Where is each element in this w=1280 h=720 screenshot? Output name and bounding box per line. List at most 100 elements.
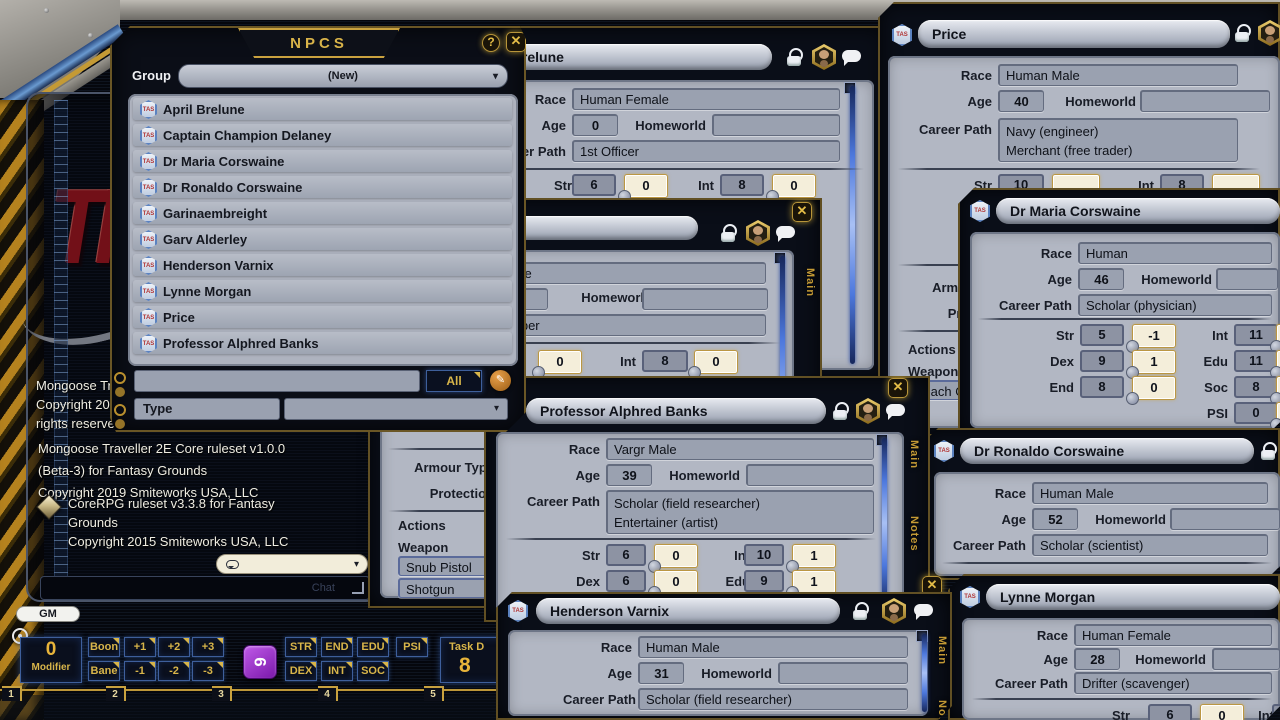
close-icon[interactable]: ✕ (506, 32, 526, 52)
race-field[interactable]: Human (1078, 242, 1272, 264)
search-input[interactable] (134, 370, 420, 392)
chat-share-icon[interactable] (886, 404, 905, 416)
homeworld-field[interactable] (1216, 268, 1278, 290)
portrait-icon[interactable] (856, 398, 880, 424)
minus3-button[interactable]: -3 (192, 661, 224, 681)
age-field[interactable]: 52 (1032, 508, 1078, 530)
lock-icon[interactable] (786, 48, 802, 66)
race-field[interactable]: Human Female (1074, 624, 1272, 646)
hotbar-slot-5[interactable]: 5 (424, 686, 444, 701)
career-path-field[interactable]: Scholar (physician) (1078, 294, 1272, 316)
plus3-button[interactable]: +3 (192, 637, 224, 657)
end-roll-button[interactable]: END (321, 637, 353, 657)
int-roll-button[interactable]: INT (321, 661, 353, 681)
str-value[interactable]: 5 (1080, 324, 1124, 346)
career-path-field[interactable]: 1st Officer (572, 140, 840, 162)
plus1-button[interactable]: +1 (124, 637, 156, 657)
str-value[interactable]: 6 (606, 544, 646, 566)
homeworld-field[interactable] (712, 114, 840, 136)
edit-pencil-icon[interactable]: ✎ (490, 370, 511, 391)
minus1-button[interactable]: -1 (124, 661, 156, 681)
portrait-icon[interactable] (812, 44, 836, 70)
age-field[interactable]: 39 (606, 464, 652, 486)
homeworld-field[interactable] (1212, 648, 1280, 670)
career-path-field[interactable]: Scholar (field researcher) Entertainer (… (606, 490, 874, 534)
type-filter-dropdown[interactable]: ▾ (284, 398, 508, 420)
edu-modifier[interactable]: 1 (792, 570, 836, 594)
chat-input[interactable]: Chat (40, 576, 370, 600)
race-field[interactable]: Human Female (572, 88, 840, 110)
tab-main[interactable]: Main (908, 440, 920, 469)
hotbar-slot-1[interactable]: 1 (2, 686, 22, 701)
career-path-field[interactable]: Drifter (scavenger) (1074, 672, 1272, 694)
int-value[interactable]: 10 (744, 544, 784, 566)
boon-button[interactable]: Boon (88, 637, 120, 657)
race-field[interactable]: Human Male (1032, 482, 1268, 504)
edu-modifier[interactable] (1276, 350, 1280, 374)
list-item[interactable]: TASPrice (133, 306, 512, 328)
weapon-entry[interactable]: Shotgun (398, 578, 492, 598)
age-field[interactable]: 31 (638, 662, 684, 684)
age-field[interactable]: 40 (998, 90, 1044, 112)
int-modifier[interactable]: 1 (792, 544, 836, 568)
homeworld-field[interactable] (778, 662, 908, 684)
career-path-field[interactable]: Scholar (field researcher) (638, 688, 908, 710)
help-icon[interactable]: ? (482, 34, 500, 52)
tab-notes[interactable]: Notes (908, 516, 920, 552)
homeworld-field[interactable] (1140, 90, 1270, 112)
group-dropdown[interactable]: (New) ▾ (178, 64, 508, 88)
edu-value[interactable]: 9 (744, 570, 784, 592)
minus2-button[interactable]: -2 (158, 661, 190, 681)
str-value[interactable]: 6 (1148, 704, 1192, 720)
chat-share-icon[interactable] (776, 226, 795, 238)
soc-roll-button[interactable]: SOC (357, 661, 389, 681)
plus2-button[interactable]: +2 (158, 637, 190, 657)
scrollbar[interactable] (882, 438, 887, 608)
filter-all-button[interactable]: All (426, 370, 482, 392)
chat-mode-selector[interactable]: ▾ (216, 554, 368, 574)
list-item[interactable]: TASDr Ronaldo Corswaine (133, 176, 512, 198)
list-item[interactable]: TASLynne Morgan (133, 280, 512, 302)
hotbar-slot-4[interactable]: 4 (318, 686, 338, 701)
tab-main[interactable]: Main (804, 268, 816, 297)
list-item[interactable]: TASCaptain Champion Delaney (133, 124, 512, 146)
close-icon[interactable]: ✕ (792, 202, 812, 222)
lock-icon[interactable] (720, 224, 736, 242)
str-value[interactable]: 6 (572, 174, 616, 196)
close-icon[interactable]: ✕ (888, 378, 908, 398)
int-value[interactable]: 8 (642, 350, 688, 372)
homeworld-field[interactable] (642, 288, 768, 310)
str-modifier[interactable]: 0 (624, 174, 668, 198)
race-field[interactable]: Human Male (638, 636, 908, 658)
lock-icon[interactable] (852, 602, 868, 620)
dex-value[interactable]: 9 (1080, 350, 1124, 372)
resize-grip-icon[interactable] (352, 582, 364, 594)
scrollbar[interactable] (922, 634, 927, 712)
age-field[interactable]: 0 (572, 114, 618, 136)
lock-icon[interactable] (832, 402, 848, 420)
career-path-field[interactable]: Scholar (scientist) (1032, 534, 1268, 556)
homeworld-field[interactable] (1170, 508, 1280, 530)
list-item[interactable]: TASDr Maria Corswaine (133, 150, 512, 172)
lock-icon[interactable] (1260, 442, 1276, 460)
portrait-icon[interactable] (882, 598, 906, 624)
int-value[interactable]: 8 (720, 174, 764, 196)
list-item[interactable]: TASProfessor Alphred Banks (133, 332, 512, 354)
weapon-entry[interactable]: Snub Pistol (398, 556, 492, 576)
race-field[interactable]: Vargr Male (606, 438, 874, 460)
gm-identity-label[interactable]: GM (16, 606, 80, 622)
dex-modifier[interactable]: 0 (654, 570, 698, 594)
scrollbar[interactable] (850, 86, 855, 364)
portrait-icon[interactable] (746, 220, 770, 246)
int-modifier[interactable]: 0 (772, 174, 816, 198)
homeworld-field[interactable] (746, 464, 874, 486)
edu-roll-button[interactable]: EDU (357, 637, 389, 657)
chat-share-icon[interactable] (914, 604, 933, 616)
end-value[interactable]: 8 (1080, 376, 1124, 398)
chat-share-icon[interactable] (842, 50, 861, 62)
sheet-title[interactable]: Dr Maria Corswaine (996, 198, 1280, 224)
bane-button[interactable]: Bane (88, 661, 120, 681)
list-item[interactable]: TASGarinaembreight (133, 202, 512, 224)
hotbar-slot-3[interactable]: 3 (212, 686, 232, 701)
dex-modifier[interactable]: 1 (1132, 350, 1176, 374)
